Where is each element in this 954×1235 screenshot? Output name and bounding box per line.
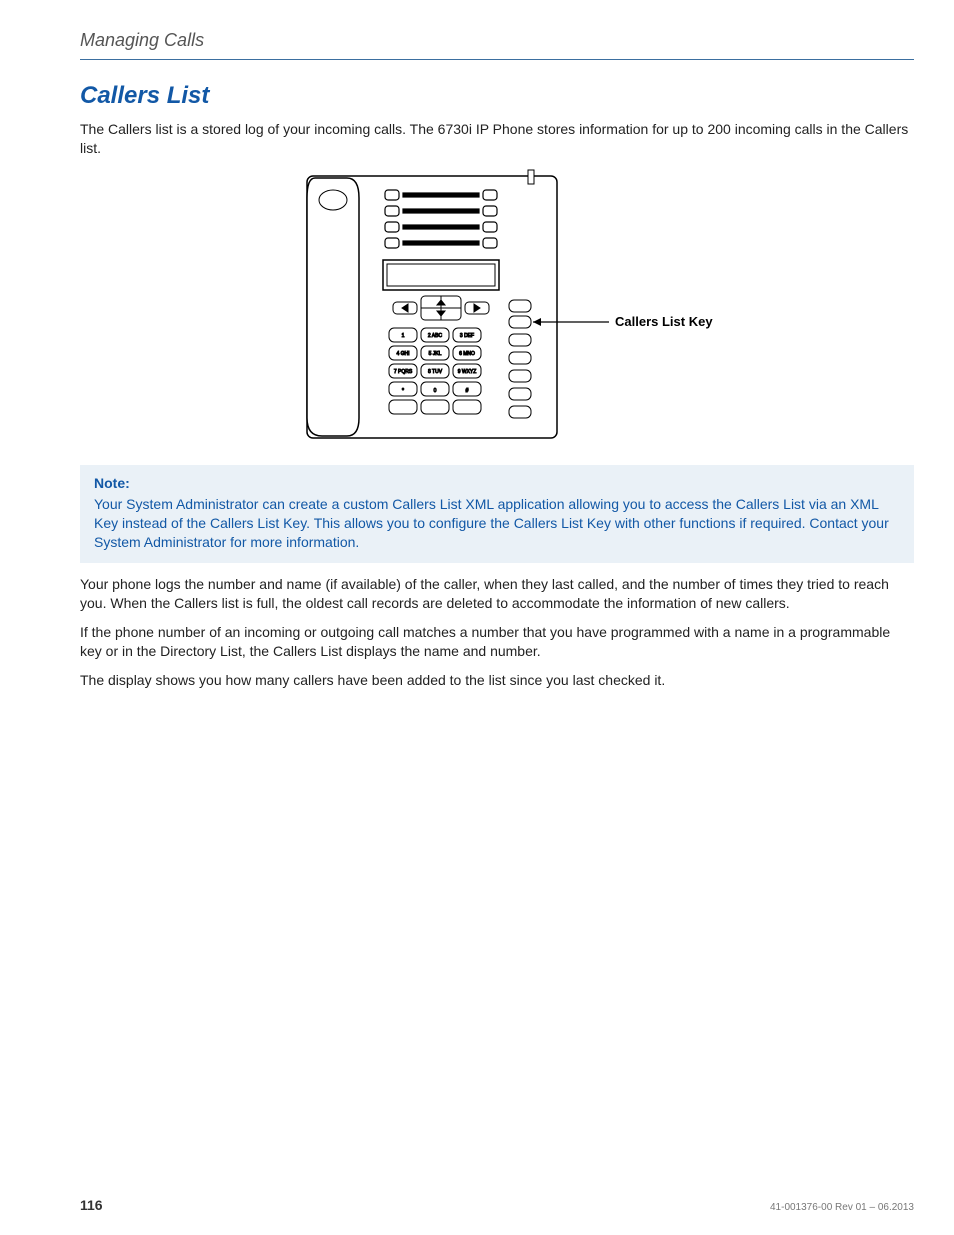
document-id: 41-001376-00 Rev 01 – 06.2013	[770, 1202, 914, 1213]
svg-text:5 JKL: 5 JKL	[429, 351, 442, 357]
svg-text:7 PQRS: 7 PQRS	[394, 369, 413, 375]
svg-text:4 GHI: 4 GHI	[396, 351, 409, 357]
svg-text:2 ABC: 2 ABC	[428, 333, 443, 339]
paragraph-1: Your phone logs the number and name (if …	[80, 575, 914, 613]
note-box: Note: Your System Administrator can crea…	[80, 465, 914, 564]
phone-illustration-svg: 1 2 ABC 3 DEF 4 GHI 5 JKL 6 MNO 7 PQRS 8…	[237, 168, 757, 448]
note-body: Your System Administrator can create a c…	[94, 495, 900, 552]
page-number: 116	[80, 1197, 103, 1213]
breadcrumb: Managing Calls	[80, 30, 204, 50]
svg-text:8 TUV: 8 TUV	[428, 369, 443, 375]
figure-callout-label: Callers List Key	[615, 314, 713, 329]
svg-text:3 DEF: 3 DEF	[460, 333, 474, 339]
svg-text:9 WXYZ: 9 WXYZ	[458, 369, 477, 375]
section-title: Callers List	[80, 82, 914, 110]
page-header: Managing Calls	[80, 30, 914, 60]
svg-text:*: *	[402, 388, 404, 394]
note-title: Note:	[94, 475, 900, 491]
svg-text:6 MNO: 6 MNO	[459, 351, 475, 357]
paragraph-3: The display shows you how many callers h…	[80, 671, 914, 690]
intro-paragraph: The Callers list is a stored log of your…	[80, 120, 914, 158]
svg-text:#: #	[466, 388, 469, 394]
paragraph-2: If the phone number of an incoming or ou…	[80, 623, 914, 661]
svg-text:0: 0	[434, 388, 437, 394]
phone-figure: 1 2 ABC 3 DEF 4 GHI 5 JKL 6 MNO 7 PQRS 8…	[80, 168, 914, 451]
svg-text:1: 1	[402, 333, 405, 339]
page-footer: 116 41-001376-00 Rev 01 – 06.2013	[80, 1197, 914, 1213]
